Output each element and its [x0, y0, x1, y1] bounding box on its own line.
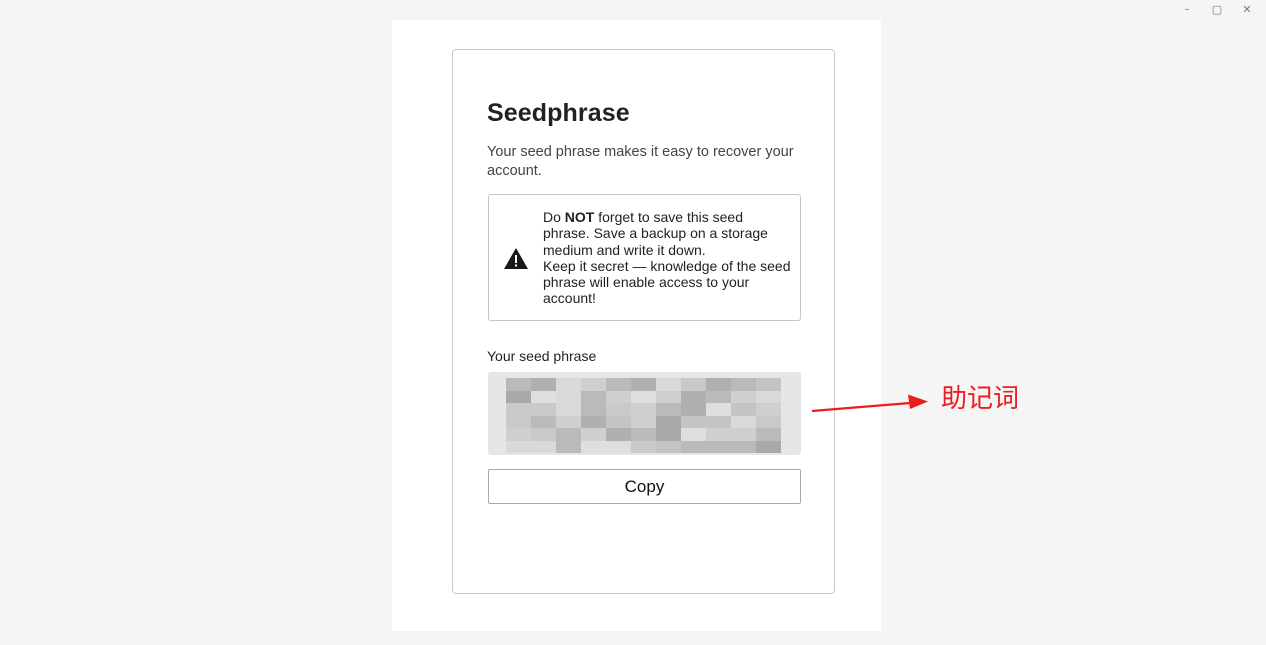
pixel-block [556, 390, 581, 403]
pixel-block [631, 440, 656, 453]
pixel-block [731, 415, 756, 428]
pixel-block [506, 403, 531, 416]
pixel-block [606, 415, 631, 428]
seed-phrase-obscured-content [506, 378, 781, 453]
pixel-block [606, 403, 631, 416]
seed-phrase-label: Your seed phrase [487, 348, 597, 364]
pixel-block [556, 428, 581, 441]
pixel-block [506, 428, 531, 441]
page-panel: Seedphrase Your seed phrase makes it eas… [392, 20, 881, 631]
pixel-block [581, 378, 606, 391]
pixel-block [731, 378, 756, 391]
pixel-block [656, 403, 681, 416]
pixel-block [656, 415, 681, 428]
copy-button[interactable]: Copy [488, 469, 801, 504]
pixel-block [656, 440, 681, 453]
page-subtitle: Your seed phrase makes it easy to recove… [487, 144, 794, 179]
pixel-block [606, 428, 631, 441]
pixel-block [506, 440, 531, 453]
pixel-block [756, 378, 781, 391]
pixel-block [531, 378, 556, 391]
pixel-block [581, 415, 606, 428]
warning-triangle-icon [504, 248, 528, 269]
pixel-block [506, 390, 531, 403]
annotation-label: 助记词 [941, 384, 1020, 414]
pixel-block [756, 390, 781, 403]
maximize-button[interactable]: ▢ [1202, 2, 1232, 16]
pixel-block [581, 428, 606, 441]
warning-text: Do NOT forget to save this seed phrase. … [543, 209, 793, 307]
pixel-block [731, 440, 756, 453]
close-button[interactable]: ✕ [1232, 2, 1262, 16]
pixel-block [756, 440, 781, 453]
pixel-block [556, 415, 581, 428]
seed-phrase-field[interactable] [488, 372, 801, 455]
pixel-block [681, 390, 706, 403]
pixel-block [631, 428, 656, 441]
pixel-block [631, 415, 656, 428]
pixel-block [706, 390, 731, 403]
annotation-arrow-icon [811, 394, 928, 413]
pixel-block [531, 390, 556, 403]
pixel-block [681, 403, 706, 416]
pixel-block [656, 428, 681, 441]
pixel-block [606, 378, 631, 391]
pixel-block [681, 378, 706, 391]
pixel-block [556, 403, 581, 416]
pixel-block [631, 403, 656, 416]
window-controls: – ▢ ✕ [1172, 2, 1262, 16]
pixel-block [731, 390, 756, 403]
warning-text-secret: Keep it secret — knowledge of the seed p… [543, 257, 791, 307]
pixel-block [581, 390, 606, 403]
pixel-block [681, 440, 706, 453]
pixel-block [556, 440, 581, 453]
warning-box: Do NOT forget to save this seed phrase. … [488, 194, 801, 321]
page-title: Seedphrase [487, 99, 630, 127]
pixel-block [706, 440, 731, 453]
warning-text-emphasis: NOT [564, 209, 595, 225]
pixel-block [531, 440, 556, 453]
pixel-block [531, 428, 556, 441]
pixel-block [731, 403, 756, 416]
pixel-block [581, 403, 606, 416]
pixel-block [706, 378, 731, 391]
pixel-block [756, 403, 781, 416]
pixel-block [681, 428, 706, 441]
pixel-block [631, 378, 656, 391]
pixel-block [656, 390, 681, 403]
warning-text-prefix: Do [543, 209, 565, 225]
pixel-block [706, 403, 731, 416]
pixel-block [756, 415, 781, 428]
pixel-block [706, 428, 731, 441]
pixel-block [631, 390, 656, 403]
pixel-block [506, 415, 531, 428]
pixel-block [581, 440, 606, 453]
pixel-block [756, 428, 781, 441]
pixel-block [681, 415, 706, 428]
pixel-block [606, 440, 631, 453]
pixel-block [731, 428, 756, 441]
pixel-block [531, 415, 556, 428]
pixel-block [531, 403, 556, 416]
pixel-block [556, 378, 581, 391]
seedphrase-card: Seedphrase Your seed phrase makes it eas… [452, 49, 835, 594]
pixel-block [606, 390, 631, 403]
pixel-block [656, 378, 681, 391]
minimize-button[interactable]: – [1172, 2, 1202, 16]
pixel-block [706, 415, 731, 428]
pixel-block [506, 378, 531, 391]
